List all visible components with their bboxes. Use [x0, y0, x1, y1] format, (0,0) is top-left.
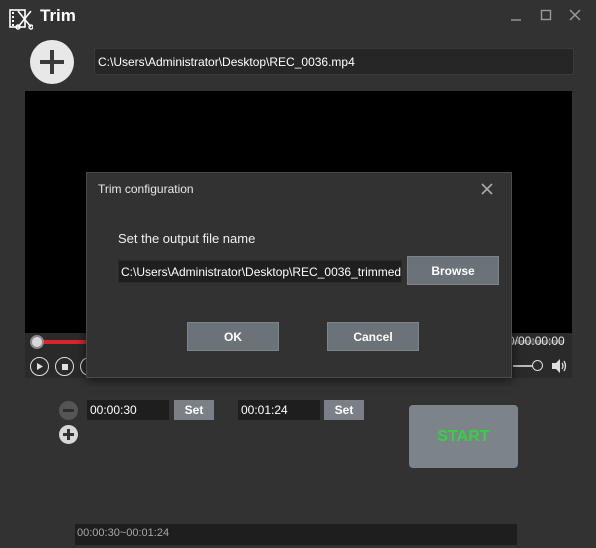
output-file-name-field[interactable]: C:\Users\Administrator\Desktop\REC_0036_… [118, 260, 402, 283]
dialog-title: Trim configuration [98, 182, 194, 196]
time-display: 0/00:00:00 [508, 334, 565, 348]
stop-button[interactable] [55, 357, 74, 376]
browse-button[interactable]: Browse [407, 256, 499, 285]
set-start-button[interactable]: Set [174, 400, 214, 420]
stop-icon [61, 363, 68, 370]
play-icon [37, 363, 43, 370]
play-button[interactable] [30, 357, 49, 376]
remove-segment-button[interactable] [59, 401, 78, 420]
close-icon[interactable] [566, 6, 584, 24]
add-segment-button[interactable] [59, 425, 78, 444]
volume-handle[interactable] [532, 360, 543, 371]
end-time-field[interactable]: 00:01:24 [238, 400, 320, 420]
start-button[interactable]: START [409, 405, 518, 468]
ok-button[interactable]: OK [187, 322, 279, 351]
film-scissors-icon [9, 9, 33, 30]
minimize-icon[interactable] [507, 6, 525, 24]
maximize-icon[interactable] [537, 6, 555, 24]
close-icon[interactable] [479, 181, 495, 197]
window-title: Trim [40, 6, 76, 25]
output-name-label: Set the output file name [118, 231, 256, 246]
speaker-icon[interactable] [550, 358, 568, 374]
start-time-field[interactable]: 00:00:30 [87, 400, 169, 420]
add-file-button[interactable] [30, 40, 74, 84]
set-end-button[interactable]: Set [324, 400, 364, 420]
source-file-path-field[interactable]: C:\Users\Administrator\Desktop\REC_0036.… [94, 48, 574, 75]
seek-handle[interactable] [30, 335, 44, 349]
trim-range-display: 00:00:30~00:01:24 [75, 524, 517, 545]
trim-configuration-dialog: Trim configuration Set the output file n… [86, 172, 512, 378]
cancel-button[interactable]: Cancel [327, 322, 419, 351]
